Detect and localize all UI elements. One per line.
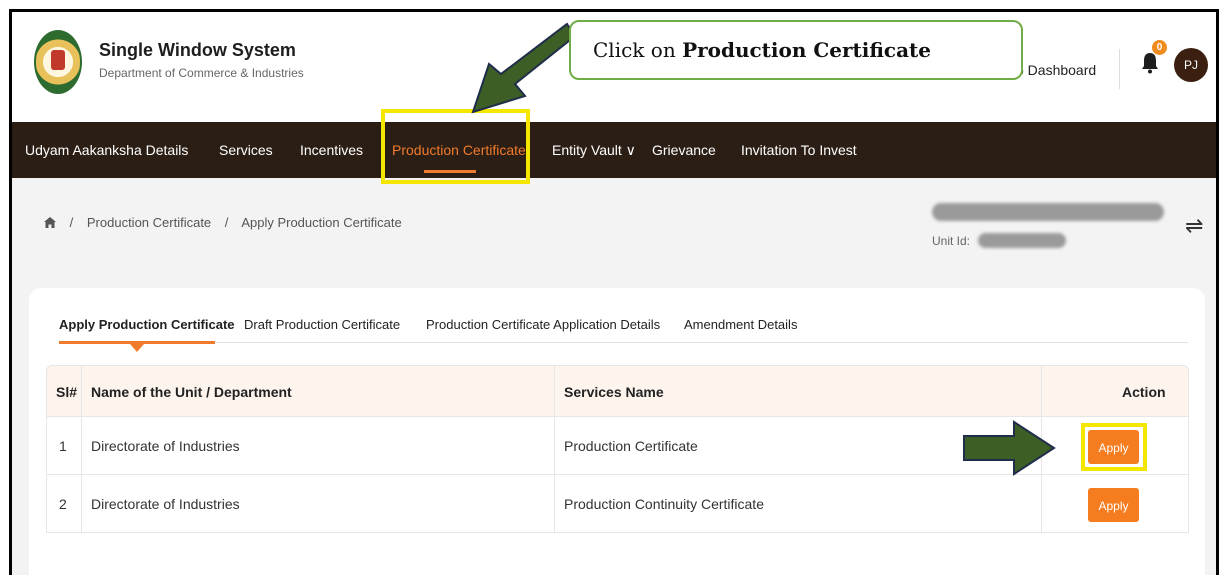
nav-item-udyam-aakanksha[interactable]: Udyam Aakanksha Details (25, 122, 188, 178)
unit-id-label: Unit Id: (932, 234, 971, 248)
header-services-name: Services Name (564, 384, 664, 400)
highlight-box-apply (1081, 423, 1147, 471)
tab-draft-production-certificate[interactable]: Draft Production Certificate (244, 317, 400, 332)
tab-amendment-details[interactable]: Amendment Details (684, 317, 797, 332)
header-sl: Sl# (56, 384, 78, 400)
main-navbar: Udyam Aakanksha Details Services Incenti… (12, 122, 1216, 178)
redacted-unit-id (978, 233, 1066, 248)
breadcrumb: / Production Certificate / Apply Product… (44, 215, 412, 230)
avatar[interactable]: PJ (1174, 48, 1208, 82)
annotation-arrow-diagonal (471, 22, 577, 114)
app-subtitle: Department of Commerce & Industries (99, 66, 304, 80)
row-unit-name: Directorate of Industries (91, 438, 240, 454)
redacted-unit-name (932, 203, 1164, 221)
annotation-arrow-right (963, 420, 1056, 476)
tab-caret-icon (130, 344, 144, 352)
tab-apply-production-certificate[interactable]: Apply Production Certificate (59, 317, 235, 332)
instruction-callout: Click on Production Certificate (569, 20, 1023, 80)
row-unit-name: Directorate of Industries (91, 496, 240, 512)
breadcrumb-separator: / (69, 215, 74, 230)
state-emblem-logo (34, 30, 82, 94)
row-sl: 1 (59, 438, 67, 454)
apply-button-continuity-certificate[interactable]: Apply (1088, 488, 1139, 522)
header-unit-name: Name of the Unit / Department (91, 384, 292, 400)
callout-prefix: Click on (593, 38, 683, 62)
nav-item-invitation-to-invest[interactable]: Invitation To Invest (741, 122, 857, 178)
column-divider (554, 365, 555, 533)
header-action: Action (1122, 384, 1166, 400)
tab-divider (59, 342, 1188, 343)
breadcrumb-separator: / (224, 215, 229, 230)
column-divider (81, 365, 82, 533)
callout-bold-text: Production Certificate (682, 38, 932, 62)
notification-badge: 0 (1152, 40, 1167, 55)
row-sl: 2 (59, 496, 67, 512)
table-header: Sl# Name of the Unit / Department Servic… (46, 365, 1189, 417)
app-title: Single Window System (99, 40, 296, 60)
nav-item-entity-vault[interactable]: Entity Vault ∨ (552, 122, 636, 178)
row-service-name: Production Continuity Certificate (564, 496, 764, 512)
app-window: Single Window System Department of Comme… (9, 9, 1219, 575)
swap-arrows-icon[interactable]: ⇌ (1185, 213, 1203, 239)
nav-item-services[interactable]: Services (219, 122, 273, 178)
row-service-name: Production Certificate (564, 438, 698, 454)
bell-icon[interactable] (1141, 52, 1159, 74)
header-divider (1119, 49, 1120, 89)
nav-item-incentives[interactable]: Incentives (300, 122, 363, 178)
table-row: 2 Directorate of Industries Production C… (46, 475, 1189, 533)
home-icon[interactable] (44, 215, 56, 230)
breadcrumb-item-current: Apply Production Certificate (241, 215, 402, 230)
tab-application-details[interactable]: Production Certificate Application Detai… (426, 317, 660, 332)
dashboard-link[interactable]: o Dashboard (1016, 62, 1096, 78)
nav-item-grievance[interactable]: Grievance (652, 122, 716, 178)
highlight-box-nav (381, 109, 530, 184)
breadcrumb-item-production-certificate[interactable]: Production Certificate (87, 215, 211, 230)
